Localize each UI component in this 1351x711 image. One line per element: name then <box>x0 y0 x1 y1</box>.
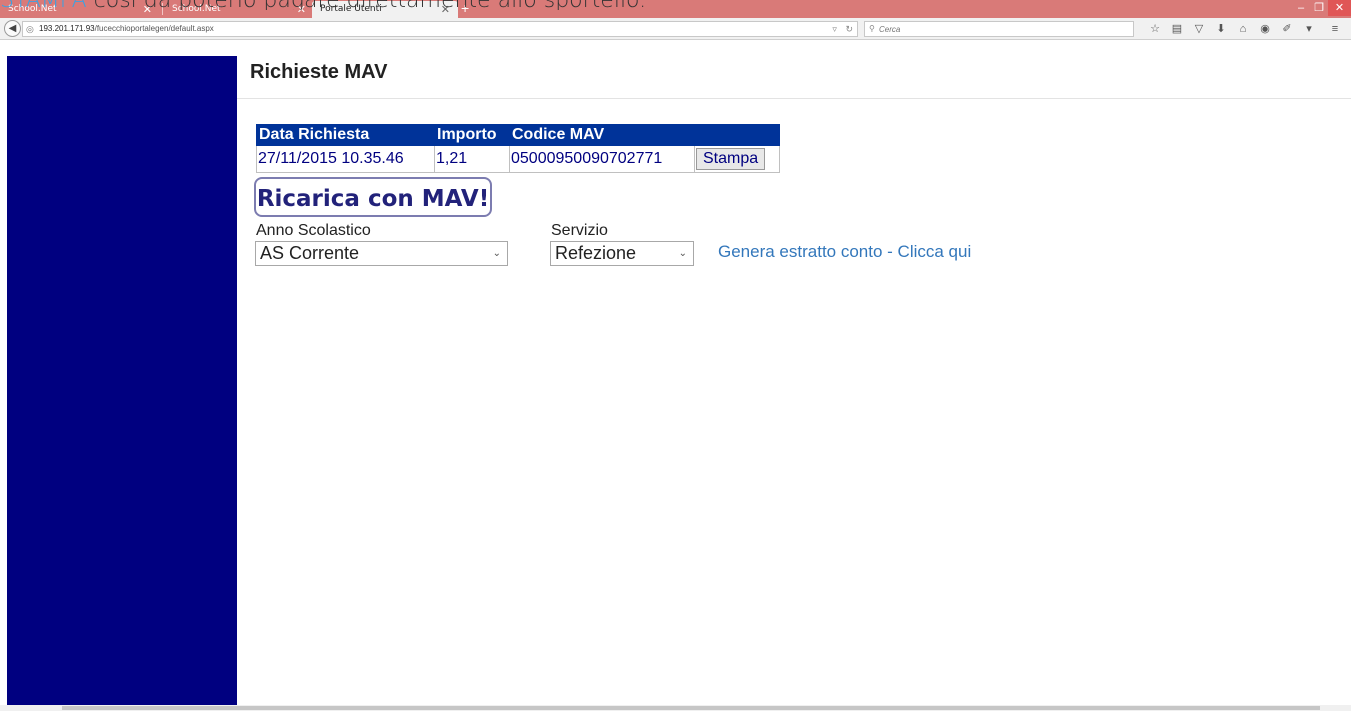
stampa-link[interactable]: STAMPA <box>0 0 87 10</box>
download-icon[interactable]: ⬇ <box>1212 21 1230 37</box>
search-input[interactable] <box>879 23 1119 35</box>
reading-list-icon[interactable]: ▤ <box>1168 21 1186 37</box>
page-title: Richieste MAV <box>250 61 388 83</box>
window-close-icon[interactable]: ✕ <box>1328 0 1351 16</box>
overlay-instruction-text: STAMPA così da poterlo pagare direttamen… <box>0 0 646 10</box>
url-tools: ▿ ↻ <box>832 22 853 36</box>
table-header-row: Data Richiesta Importo Codice MAV <box>256 124 780 146</box>
col-header-data: Data Richiesta <box>256 124 435 146</box>
table-row: 27/11/2015 10.35.46 1,21 050009500907027… <box>256 145 780 173</box>
estratto-conto-link[interactable]: Genera estratto conto - Clicca qui <box>718 242 971 262</box>
pocket-icon[interactable]: ▽ <box>1190 21 1208 37</box>
ricarica-mav-button[interactable]: Ricarica con MAV! <box>254 177 492 217</box>
url-text: 193.201.171.93/fucecchioportalegen/defau… <box>39 22 214 36</box>
restore-icon[interactable]: ❐ <box>1310 0 1328 16</box>
col-header-codice: Codice MAV <box>509 124 695 146</box>
stampa-button[interactable]: Stampa <box>696 148 766 170</box>
globe-icon: ◎ <box>26 24 34 34</box>
url-path: /fucecchioportalegen/default.aspx <box>94 24 214 33</box>
servizio-label: Servizio <box>551 222 608 239</box>
browser-nav-bar: ◀ ◎ 193.201.171.93/fucecchioportalegen/d… <box>0 18 1351 40</box>
col-header-importo: Importo <box>434 124 510 146</box>
bookmark-star-icon[interactable]: ☆ <box>1146 21 1164 37</box>
minimize-icon[interactable]: – <box>1292 0 1310 16</box>
servizio-select[interactable]: Refezione ⌄ <box>550 241 694 266</box>
overflow-arrow-icon[interactable]: ▾ <box>1300 21 1318 37</box>
extension-icon[interactable]: ✐ <box>1278 21 1296 37</box>
dropdown-arrow-icon[interactable]: ▿ <box>832 24 837 34</box>
url-host: 193.201.171.93 <box>39 24 95 33</box>
back-arrow-icon[interactable]: ◀ <box>4 20 21 37</box>
search-field[interactable]: ⚲ <box>864 21 1134 37</box>
servizio-value: Refezione <box>555 243 637 263</box>
col-header-action <box>694 124 780 146</box>
search-icon: ⚲ <box>869 24 875 33</box>
menu-icon[interactable]: ≡ <box>1326 21 1344 37</box>
chevron-down-icon: ⌄ <box>492 248 501 259</box>
anno-scolastico-label: Anno Scolastico <box>256 222 371 239</box>
url-field[interactable]: ◎ 193.201.171.93/fucecchioportalegen/def… <box>22 21 858 37</box>
cell-codice-mav: 05000950090702771 <box>509 145 695 173</box>
reload-icon[interactable]: ↻ <box>845 24 853 34</box>
cell-data-richiesta: 27/11/2015 10.35.46 <box>256 145 435 173</box>
home-icon[interactable]: ⌂ <box>1234 21 1252 37</box>
page-sidebar <box>7 56 237 711</box>
anno-scolastico-select[interactable]: AS Corrente ⌄ <box>255 241 508 266</box>
scrollbar-thumb[interactable] <box>62 706 1320 710</box>
anno-scolastico-value: AS Corrente <box>260 243 360 263</box>
title-divider <box>237 98 1351 99</box>
chevron-down-icon: ⌄ <box>678 248 687 259</box>
overlay-rest-text: così da poterlo pagare direttamente allo… <box>87 0 647 10</box>
chat-icon[interactable]: ◉ <box>1256 21 1274 37</box>
cell-action: Stampa <box>694 145 780 173</box>
cell-importo: 1,21 <box>434 145 510 173</box>
mav-requests-table: Data Richiesta Importo Codice MAV 27/11/… <box>256 124 780 173</box>
horizontal-scrollbar[interactable] <box>0 705 1351 711</box>
